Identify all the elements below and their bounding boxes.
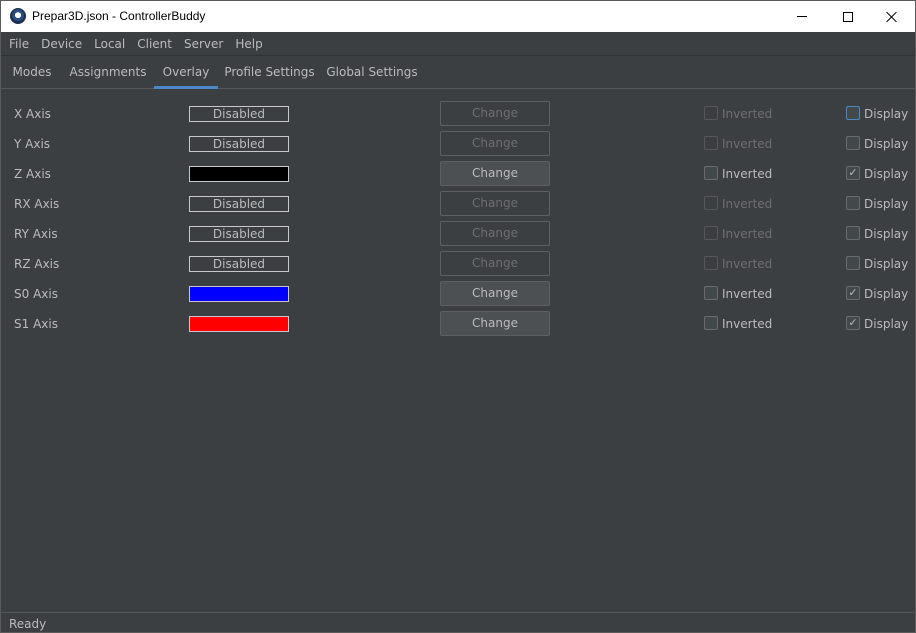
rz-axis-inverted-checkbox[interactable]	[704, 256, 718, 270]
s1-axis-display-checkbox[interactable]: ✓	[846, 316, 860, 330]
menu-file[interactable]: File	[3, 33, 35, 55]
menu-client[interactable]: Client	[131, 33, 178, 55]
z-axis-display-label[interactable]: Display	[864, 167, 908, 181]
y-axis-change-button[interactable]: Change	[440, 131, 550, 156]
s0-axis-inverted-checkbox[interactable]	[704, 286, 718, 300]
y-axis-display-label[interactable]: Display	[864, 137, 908, 151]
close-icon	[886, 11, 898, 23]
rz-axis-display-checkbox[interactable]	[846, 256, 860, 270]
tab-modes[interactable]: Modes	[2, 57, 62, 89]
ry-axis-label: RY Axis	[14, 227, 58, 241]
checkmark-icon: ✓	[848, 166, 858, 179]
checkmark-icon: ✓	[848, 316, 858, 329]
s1-axis-label: S1 Axis	[14, 317, 58, 331]
x-axis-label: X Axis	[14, 107, 51, 121]
axis-row: Z Axis Change Inverted ✓ Display	[1, 160, 915, 190]
rz-axis-label: RZ Axis	[14, 257, 60, 271]
s1-axis-change-button[interactable]: Change	[440, 311, 550, 336]
ry-axis-inverted-checkbox[interactable]	[704, 226, 718, 240]
x-axis-color-swatch: Disabled	[189, 106, 289, 122]
rz-axis-change-button[interactable]: Change	[440, 251, 550, 276]
rx-axis-inverted-label[interactable]: Inverted	[722, 197, 772, 211]
menu-device[interactable]: Device	[35, 33, 88, 55]
minimize-button[interactable]	[779, 1, 825, 32]
s1-axis-display-label[interactable]: Display	[864, 317, 908, 331]
s0-axis-label: S0 Axis	[14, 287, 58, 301]
z-axis-display-checkbox[interactable]: ✓	[846, 166, 860, 180]
maximize-icon	[843, 11, 853, 22]
s1-axis-color-swatch	[189, 316, 289, 332]
axis-row: Y Axis Disabled Change Inverted Display	[1, 130, 915, 160]
status-text: Ready	[9, 617, 47, 631]
axis-row: RX Axis Disabled Change Inverted Display	[1, 190, 915, 220]
s0-axis-display-checkbox[interactable]: ✓	[846, 286, 860, 300]
tab-bar: Modes Assignments Overlay Profile Settin…	[1, 57, 915, 89]
app-window: Prepar3D.json - ControllerBuddy File Dev…	[0, 0, 916, 633]
x-axis-change-button[interactable]: Change	[440, 101, 550, 126]
tab-overlay[interactable]: Overlay	[154, 57, 218, 89]
y-axis-color-swatch: Disabled	[189, 136, 289, 152]
ry-axis-inverted-label[interactable]: Inverted	[722, 227, 772, 241]
rx-axis-display-label[interactable]: Display	[864, 197, 908, 211]
axis-row: S1 Axis Change Inverted ✓ Display	[1, 310, 915, 340]
s0-axis-display-label[interactable]: Display	[864, 287, 908, 301]
tab-assignments[interactable]: Assignments	[62, 57, 154, 89]
x-axis-display-checkbox[interactable]	[846, 106, 860, 120]
menu-server[interactable]: Server	[178, 33, 229, 55]
status-bar: Ready	[1, 612, 915, 632]
rx-axis-inverted-checkbox[interactable]	[704, 196, 718, 210]
rx-axis-color-swatch: Disabled	[189, 196, 289, 212]
z-axis-label: Z Axis	[14, 167, 51, 181]
x-axis-display-label[interactable]: Display	[864, 107, 908, 121]
app-icon	[10, 8, 26, 24]
z-axis-inverted-checkbox[interactable]	[704, 166, 718, 180]
z-axis-change-button[interactable]: Change	[440, 161, 550, 186]
s0-axis-color-swatch	[189, 286, 289, 302]
s1-axis-inverted-label[interactable]: Inverted	[722, 317, 772, 331]
checkmark-icon: ✓	[848, 286, 858, 299]
axis-row: RZ Axis Disabled Change Inverted Display	[1, 250, 915, 280]
rz-axis-display-label[interactable]: Display	[864, 257, 908, 271]
rx-axis-label: RX Axis	[14, 197, 60, 211]
s0-axis-inverted-label[interactable]: Inverted	[722, 287, 772, 301]
axis-row: X Axis Disabled Change Inverted Display	[1, 100, 915, 130]
menu-bar: File Device Local Client Server Help	[1, 32, 915, 56]
tab-profile-settings[interactable]: Profile Settings	[218, 57, 321, 89]
close-button[interactable]	[869, 1, 915, 32]
ry-axis-display-checkbox[interactable]	[846, 226, 860, 240]
window-title: Prepar3D.json - ControllerBuddy	[32, 9, 206, 23]
s1-axis-inverted-checkbox[interactable]	[704, 316, 718, 330]
maximize-button[interactable]	[825, 1, 871, 32]
x-axis-inverted-checkbox[interactable]	[704, 106, 718, 120]
menu-help[interactable]: Help	[229, 33, 268, 55]
tab-global-settings[interactable]: Global Settings	[321, 57, 423, 89]
rx-axis-change-button[interactable]: Change	[440, 191, 550, 216]
y-axis-label: Y Axis	[14, 137, 51, 151]
ry-axis-change-button[interactable]: Change	[440, 221, 550, 246]
rz-axis-color-swatch: Disabled	[189, 256, 289, 272]
z-axis-color-swatch	[189, 166, 289, 182]
ry-axis-color-swatch: Disabled	[189, 226, 289, 242]
minimize-icon	[797, 16, 807, 17]
axis-row: RY Axis Disabled Change Inverted Display	[1, 220, 915, 250]
z-axis-inverted-label[interactable]: Inverted	[722, 167, 772, 181]
axis-row: S0 Axis Change Inverted ✓ Display	[1, 280, 915, 310]
title-bar[interactable]: Prepar3D.json - ControllerBuddy	[1, 1, 915, 32]
ry-axis-display-label[interactable]: Display	[864, 227, 908, 241]
y-axis-inverted-checkbox[interactable]	[704, 136, 718, 150]
rz-axis-inverted-label[interactable]: Inverted	[722, 257, 772, 271]
y-axis-display-checkbox[interactable]	[846, 136, 860, 150]
x-axis-inverted-label[interactable]: Inverted	[722, 107, 772, 121]
rx-axis-display-checkbox[interactable]	[846, 196, 860, 210]
s0-axis-change-button[interactable]: Change	[440, 281, 550, 306]
menu-local[interactable]: Local	[88, 33, 131, 55]
y-axis-inverted-label[interactable]: Inverted	[722, 137, 772, 151]
